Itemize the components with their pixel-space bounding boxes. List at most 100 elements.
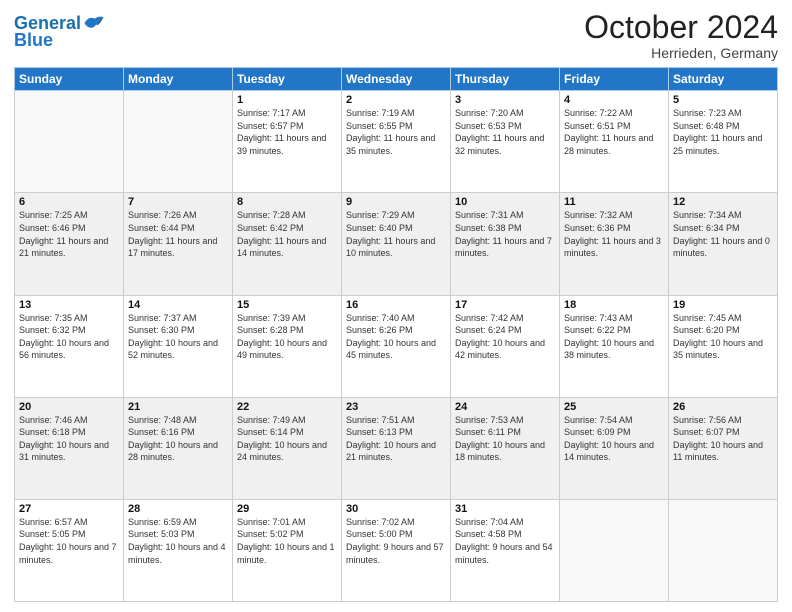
weekday-header-row: SundayMondayTuesdayWednesdayThursdayFrid…	[15, 68, 778, 91]
calendar-cell: 14Sunrise: 7:37 AM Sunset: 6:30 PM Dayli…	[124, 295, 233, 397]
day-number: 29	[237, 503, 337, 515]
calendar-week-5: 27Sunrise: 6:57 AM Sunset: 5:05 PM Dayli…	[15, 499, 778, 601]
calendar-cell: 28Sunrise: 6:59 AM Sunset: 5:03 PM Dayli…	[124, 499, 233, 601]
day-info: Sunrise: 7:40 AM Sunset: 6:26 PM Dayligh…	[346, 312, 446, 362]
day-number: 4	[564, 94, 664, 106]
calendar-table: SundayMondayTuesdayWednesdayThursdayFrid…	[14, 67, 778, 602]
calendar-week-3: 13Sunrise: 7:35 AM Sunset: 6:32 PM Dayli…	[15, 295, 778, 397]
calendar-cell: 23Sunrise: 7:51 AM Sunset: 6:13 PM Dayli…	[342, 397, 451, 499]
day-info: Sunrise: 7:45 AM Sunset: 6:20 PM Dayligh…	[673, 312, 773, 362]
weekday-header-saturday: Saturday	[669, 68, 778, 91]
calendar-cell: 2Sunrise: 7:19 AM Sunset: 6:55 PM Daylig…	[342, 91, 451, 193]
day-info: Sunrise: 7:49 AM Sunset: 6:14 PM Dayligh…	[237, 414, 337, 464]
day-info: Sunrise: 7:48 AM Sunset: 6:16 PM Dayligh…	[128, 414, 228, 464]
calendar-cell: 12Sunrise: 7:34 AM Sunset: 6:34 PM Dayli…	[669, 193, 778, 295]
day-info: Sunrise: 7:43 AM Sunset: 6:22 PM Dayligh…	[564, 312, 664, 362]
day-info: Sunrise: 7:17 AM Sunset: 6:57 PM Dayligh…	[237, 107, 337, 157]
day-info: Sunrise: 7:01 AM Sunset: 5:02 PM Dayligh…	[237, 516, 337, 566]
calendar-cell: 21Sunrise: 7:48 AM Sunset: 6:16 PM Dayli…	[124, 397, 233, 499]
calendar-cell: 27Sunrise: 6:57 AM Sunset: 5:05 PM Dayli…	[15, 499, 124, 601]
day-number: 28	[128, 503, 228, 515]
day-number: 2	[346, 94, 446, 106]
calendar-cell	[15, 91, 124, 193]
day-number: 22	[237, 401, 337, 413]
day-number: 5	[673, 94, 773, 106]
calendar-cell: 9Sunrise: 7:29 AM Sunset: 6:40 PM Daylig…	[342, 193, 451, 295]
calendar-cell: 11Sunrise: 7:32 AM Sunset: 6:36 PM Dayli…	[560, 193, 669, 295]
calendar-cell: 22Sunrise: 7:49 AM Sunset: 6:14 PM Dayli…	[233, 397, 342, 499]
calendar-week-1: 1Sunrise: 7:17 AM Sunset: 6:57 PM Daylig…	[15, 91, 778, 193]
day-number: 18	[564, 299, 664, 311]
day-info: Sunrise: 7:51 AM Sunset: 6:13 PM Dayligh…	[346, 414, 446, 464]
calendar-cell: 17Sunrise: 7:42 AM Sunset: 6:24 PM Dayli…	[451, 295, 560, 397]
day-number: 9	[346, 196, 446, 208]
calendar-cell: 3Sunrise: 7:20 AM Sunset: 6:53 PM Daylig…	[451, 91, 560, 193]
day-info: Sunrise: 7:35 AM Sunset: 6:32 PM Dayligh…	[19, 312, 119, 362]
month-title: October 2024	[584, 10, 778, 45]
day-info: Sunrise: 6:59 AM Sunset: 5:03 PM Dayligh…	[128, 516, 228, 566]
day-number: 1	[237, 94, 337, 106]
calendar-cell	[669, 499, 778, 601]
calendar-cell: 7Sunrise: 7:26 AM Sunset: 6:44 PM Daylig…	[124, 193, 233, 295]
day-number: 3	[455, 94, 555, 106]
day-number: 19	[673, 299, 773, 311]
day-info: Sunrise: 7:28 AM Sunset: 6:42 PM Dayligh…	[237, 209, 337, 259]
logo-bird-icon	[83, 12, 105, 34]
calendar-cell: 18Sunrise: 7:43 AM Sunset: 6:22 PM Dayli…	[560, 295, 669, 397]
day-info: Sunrise: 7:29 AM Sunset: 6:40 PM Dayligh…	[346, 209, 446, 259]
calendar-cell: 16Sunrise: 7:40 AM Sunset: 6:26 PM Dayli…	[342, 295, 451, 397]
weekday-header-thursday: Thursday	[451, 68, 560, 91]
day-info: Sunrise: 7:56 AM Sunset: 6:07 PM Dayligh…	[673, 414, 773, 464]
day-info: Sunrise: 7:46 AM Sunset: 6:18 PM Dayligh…	[19, 414, 119, 464]
day-number: 13	[19, 299, 119, 311]
day-number: 21	[128, 401, 228, 413]
day-number: 31	[455, 503, 555, 515]
weekday-header-tuesday: Tuesday	[233, 68, 342, 91]
calendar-cell	[560, 499, 669, 601]
day-number: 6	[19, 196, 119, 208]
calendar-cell: 19Sunrise: 7:45 AM Sunset: 6:20 PM Dayli…	[669, 295, 778, 397]
header: General Blue October 2024 Herrieden, Ger…	[14, 10, 778, 61]
calendar-cell: 15Sunrise: 7:39 AM Sunset: 6:28 PM Dayli…	[233, 295, 342, 397]
day-info: Sunrise: 7:37 AM Sunset: 6:30 PM Dayligh…	[128, 312, 228, 362]
day-info: Sunrise: 7:26 AM Sunset: 6:44 PM Dayligh…	[128, 209, 228, 259]
calendar-week-4: 20Sunrise: 7:46 AM Sunset: 6:18 PM Dayli…	[15, 397, 778, 499]
location-subtitle: Herrieden, Germany	[584, 45, 778, 61]
day-number: 30	[346, 503, 446, 515]
calendar-cell: 10Sunrise: 7:31 AM Sunset: 6:38 PM Dayli…	[451, 193, 560, 295]
calendar-cell: 4Sunrise: 7:22 AM Sunset: 6:51 PM Daylig…	[560, 91, 669, 193]
day-info: Sunrise: 7:34 AM Sunset: 6:34 PM Dayligh…	[673, 209, 773, 259]
day-info: Sunrise: 7:31 AM Sunset: 6:38 PM Dayligh…	[455, 209, 555, 259]
day-info: Sunrise: 7:25 AM Sunset: 6:46 PM Dayligh…	[19, 209, 119, 259]
day-info: Sunrise: 7:20 AM Sunset: 6:53 PM Dayligh…	[455, 107, 555, 157]
day-number: 16	[346, 299, 446, 311]
day-number: 8	[237, 196, 337, 208]
calendar-cell	[124, 91, 233, 193]
day-number: 25	[564, 401, 664, 413]
day-info: Sunrise: 7:04 AM Sunset: 4:58 PM Dayligh…	[455, 516, 555, 566]
day-number: 17	[455, 299, 555, 311]
weekday-header-monday: Monday	[124, 68, 233, 91]
calendar-cell: 31Sunrise: 7:04 AM Sunset: 4:58 PM Dayli…	[451, 499, 560, 601]
day-number: 15	[237, 299, 337, 311]
calendar-week-2: 6Sunrise: 7:25 AM Sunset: 6:46 PM Daylig…	[15, 193, 778, 295]
day-info: Sunrise: 7:39 AM Sunset: 6:28 PM Dayligh…	[237, 312, 337, 362]
day-info: Sunrise: 7:19 AM Sunset: 6:55 PM Dayligh…	[346, 107, 446, 157]
day-info: Sunrise: 7:02 AM Sunset: 5:00 PM Dayligh…	[346, 516, 446, 566]
day-info: Sunrise: 7:53 AM Sunset: 6:11 PM Dayligh…	[455, 414, 555, 464]
weekday-header-friday: Friday	[560, 68, 669, 91]
calendar-cell: 5Sunrise: 7:23 AM Sunset: 6:48 PM Daylig…	[669, 91, 778, 193]
title-block: October 2024 Herrieden, Germany	[584, 10, 778, 61]
logo: General Blue	[14, 14, 105, 51]
day-number: 14	[128, 299, 228, 311]
day-number: 24	[455, 401, 555, 413]
day-info: Sunrise: 7:32 AM Sunset: 6:36 PM Dayligh…	[564, 209, 664, 259]
calendar-cell: 26Sunrise: 7:56 AM Sunset: 6:07 PM Dayli…	[669, 397, 778, 499]
calendar-cell: 8Sunrise: 7:28 AM Sunset: 6:42 PM Daylig…	[233, 193, 342, 295]
calendar-cell: 6Sunrise: 7:25 AM Sunset: 6:46 PM Daylig…	[15, 193, 124, 295]
calendar-cell: 1Sunrise: 7:17 AM Sunset: 6:57 PM Daylig…	[233, 91, 342, 193]
calendar-cell: 29Sunrise: 7:01 AM Sunset: 5:02 PM Dayli…	[233, 499, 342, 601]
calendar-cell: 13Sunrise: 7:35 AM Sunset: 6:32 PM Dayli…	[15, 295, 124, 397]
day-info: Sunrise: 7:54 AM Sunset: 6:09 PM Dayligh…	[564, 414, 664, 464]
day-info: Sunrise: 7:22 AM Sunset: 6:51 PM Dayligh…	[564, 107, 664, 157]
